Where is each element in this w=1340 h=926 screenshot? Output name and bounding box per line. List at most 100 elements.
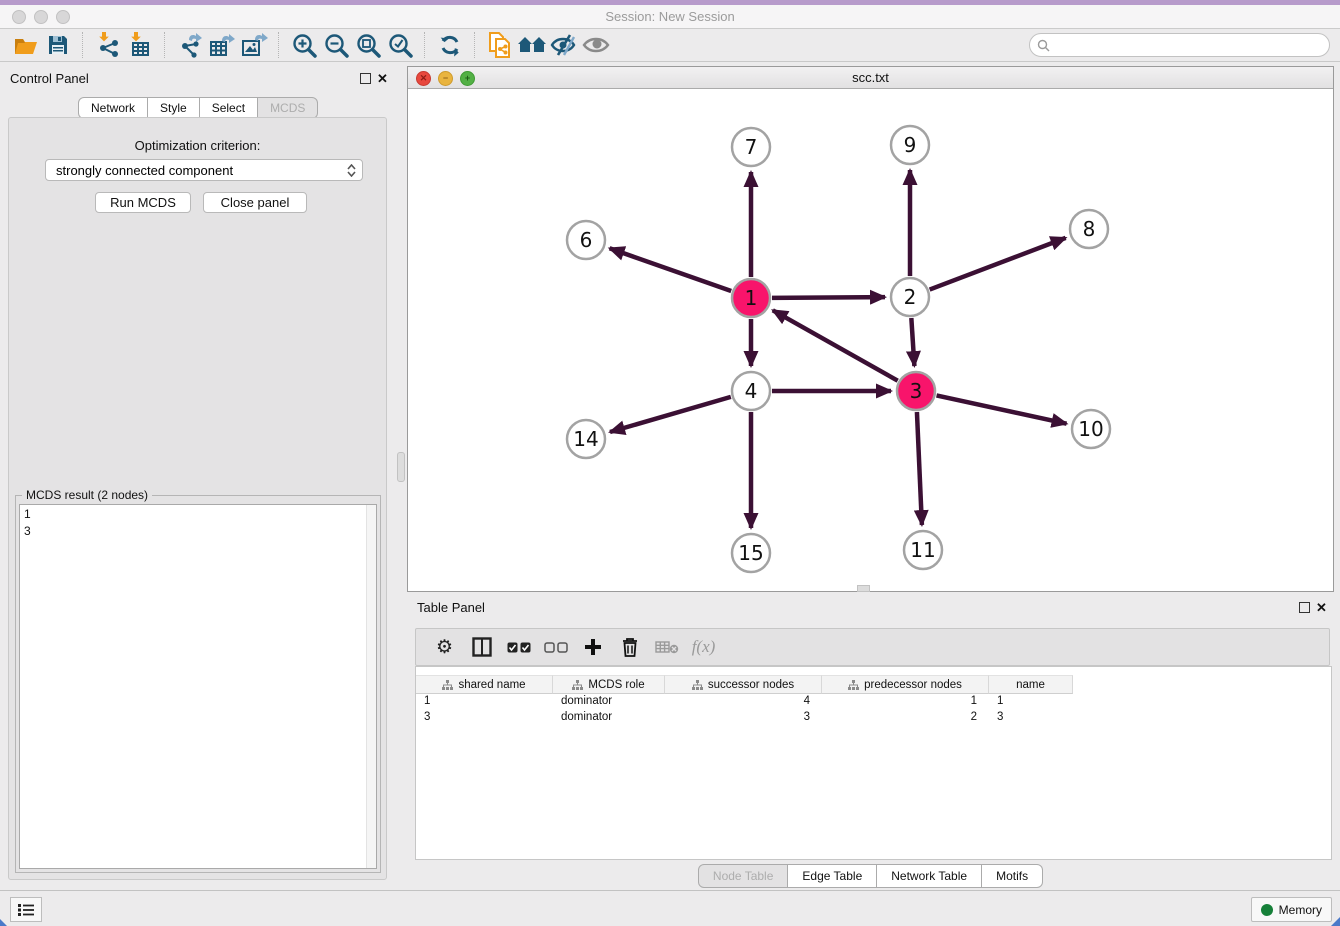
- select-stepper-icon: [347, 164, 356, 177]
- table-panel-float-button[interactable]: [1299, 602, 1310, 613]
- select-all-button[interactable]: [500, 632, 537, 662]
- mcds-result-text: 1 3: [20, 505, 376, 541]
- column-header-successor-nodes[interactable]: successor nodes: [665, 675, 822, 694]
- split-view-button[interactable]: [463, 632, 500, 662]
- list-icon: [18, 903, 34, 917]
- table-cell[interactable]: 3: [416, 710, 553, 726]
- graph-node-label-10: 10: [1078, 417, 1103, 441]
- network-window-titlebar[interactable]: ✕ − + scc.txt: [408, 67, 1333, 89]
- tab-edge-table[interactable]: Edge Table: [788, 864, 877, 888]
- control-panel-close-button[interactable]: ✕: [377, 71, 388, 87]
- table-cell[interactable]: 3: [989, 710, 1073, 726]
- criterion-select[interactable]: strongly connected component: [45, 159, 363, 181]
- run-mcds-button[interactable]: Run MCDS: [95, 192, 191, 213]
- delete-table-button[interactable]: [648, 632, 685, 662]
- tab-style[interactable]: Style: [148, 97, 200, 119]
- result-scrollbar[interactable]: [366, 505, 376, 868]
- save-session-button[interactable]: [42, 31, 74, 59]
- column-header-name[interactable]: name: [989, 675, 1073, 694]
- graph-node-label-2: 2: [904, 285, 917, 309]
- column-header-predecessor-nodes[interactable]: predecessor nodes: [822, 675, 989, 694]
- tab-node-table[interactable]: Node Table: [698, 864, 789, 888]
- network-resize-handle[interactable]: [857, 585, 870, 592]
- table-cell[interactable]: 2: [822, 710, 989, 726]
- delete-table-icon: [655, 640, 679, 654]
- table-cell[interactable]: 3: [665, 710, 822, 726]
- table-cell[interactable]: 1: [416, 694, 553, 710]
- deselect-all-button[interactable]: [537, 632, 574, 662]
- edge-3-11[interactable]: [917, 412, 922, 525]
- table-header-row: shared name MCDS role successor nodes prede…: [416, 675, 1073, 694]
- network-graph-canvas[interactable]: 7968124314101511: [408, 89, 1331, 590]
- zoom-fit-button[interactable]: [352, 31, 384, 59]
- toolbar-separator: [164, 32, 166, 58]
- column-header-label: MCDS role: [588, 679, 644, 691]
- column-header-label: predecessor nodes: [864, 679, 962, 691]
- node-table[interactable]: shared name MCDS role successor nodes prede…: [415, 666, 1332, 860]
- table-cell[interactable]: 1: [822, 694, 989, 710]
- open-session-button[interactable]: [10, 31, 42, 59]
- table-cell[interactable]: dominator: [553, 694, 665, 710]
- edge-2-3[interactable]: [911, 318, 914, 366]
- clone-network-button[interactable]: [484, 31, 516, 59]
- network-view-window: ✕ − + scc.txt 7968124314101511: [407, 66, 1334, 592]
- task-history-button[interactable]: [10, 897, 42, 922]
- tab-select[interactable]: Select: [200, 97, 258, 119]
- function-builder-button[interactable]: f(x): [685, 632, 722, 662]
- desktop-corner-accent: [0, 919, 7, 926]
- column-type-icon: [848, 680, 859, 690]
- edge-1-2[interactable]: [772, 297, 885, 298]
- tab-motifs[interactable]: Motifs: [982, 864, 1043, 888]
- graph-node-label-1: 1: [745, 286, 758, 310]
- hide-panel-eye-icon: [550, 33, 578, 57]
- table-row[interactable]: 3dominator323: [416, 710, 1331, 726]
- delete-button[interactable]: [611, 632, 648, 662]
- graph-node-label-7: 7: [745, 135, 758, 159]
- table-cell[interactable]: dominator: [553, 710, 665, 726]
- control-panel-title: Control Panel: [10, 71, 89, 86]
- export-image-button[interactable]: [238, 31, 270, 59]
- show-eye-icon: [582, 34, 610, 56]
- import-table-button[interactable]: [124, 31, 156, 59]
- table-panel-close-button[interactable]: ✕: [1316, 600, 1327, 616]
- edge-1-6[interactable]: [610, 248, 732, 291]
- table-settings-button[interactable]: ⚙: [426, 632, 463, 662]
- refresh-icon: [438, 33, 462, 57]
- search-field[interactable]: [1029, 33, 1330, 57]
- close-panel-button[interactable]: Close panel: [203, 192, 307, 213]
- table-cell[interactable]: 4: [665, 694, 822, 710]
- select-all-checkboxes-icon: [507, 642, 531, 653]
- zoom-in-button[interactable]: [288, 31, 320, 59]
- table-cell[interactable]: 1: [989, 694, 1073, 710]
- graph-node-label-11: 11: [910, 538, 935, 562]
- graph-node-label-14: 14: [573, 427, 598, 451]
- show-eye-button[interactable]: [580, 31, 612, 59]
- export-table-button[interactable]: [206, 31, 238, 59]
- control-panel-float-button[interactable]: [360, 73, 371, 84]
- tab-network[interactable]: Network: [78, 97, 148, 119]
- export-network-button[interactable]: [174, 31, 206, 59]
- search-input[interactable]: [1050, 37, 1329, 53]
- edge-3-10[interactable]: [937, 395, 1067, 423]
- memory-button[interactable]: Memory: [1251, 897, 1332, 922]
- table-row[interactable]: 1dominator411: [416, 694, 1331, 710]
- tab-mcds[interactable]: MCDS: [258, 97, 318, 119]
- panel-splitter-handle[interactable]: [397, 452, 405, 482]
- edge-2-8[interactable]: [930, 238, 1066, 290]
- import-network-button[interactable]: [92, 31, 124, 59]
- hide-panel-eye-button[interactable]: [548, 31, 580, 59]
- edge-3-1[interactable]: [773, 310, 898, 380]
- refresh-button[interactable]: [434, 31, 466, 59]
- column-header-shared-name[interactable]: shared name: [416, 675, 553, 694]
- zoom-selected-icon: [388, 33, 413, 58]
- memory-status-icon: [1261, 904, 1273, 916]
- mcds-result-area[interactable]: 1 3: [19, 504, 377, 869]
- edge-4-14[interactable]: [610, 397, 731, 432]
- tab-network-table[interactable]: Network Table: [877, 864, 982, 888]
- column-header-MCDS-role[interactable]: MCDS role: [553, 675, 665, 694]
- home-button[interactable]: [516, 31, 548, 59]
- add-column-button[interactable]: [574, 632, 611, 662]
- graph-node-label-4: 4: [745, 379, 758, 403]
- zoom-out-button[interactable]: [320, 31, 352, 59]
- zoom-selected-button[interactable]: [384, 31, 416, 59]
